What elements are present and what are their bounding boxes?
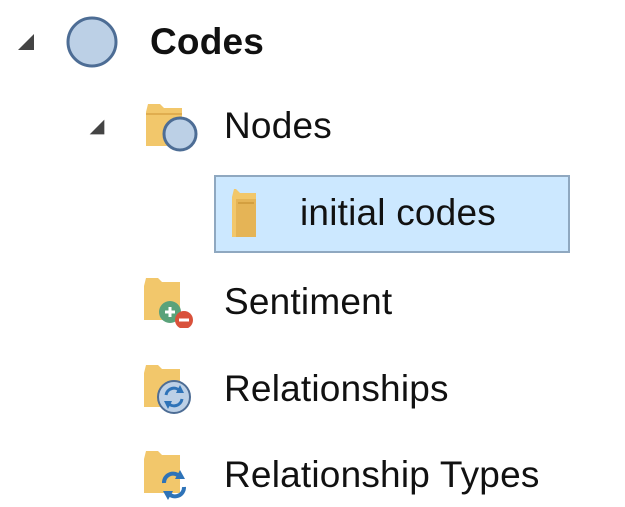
relationship-types-folder-icon — [140, 445, 196, 501]
tree-item-label: Relationship Types — [224, 454, 540, 495]
tree-item-label: Codes — [150, 21, 265, 62]
tree-item-label: Nodes — [224, 105, 332, 146]
tree-item-label: initial codes — [300, 192, 496, 233]
sentiment-folder-icon — [140, 272, 196, 328]
folder-icon — [226, 185, 282, 241]
tree-item-sentiment[interactable]: Sentiment — [0, 268, 625, 332]
relationships-folder-icon — [140, 359, 196, 415]
tree-item-relationship-types[interactable]: Relationship Types — [0, 443, 625, 507]
tree-item-nodes[interactable]: Nodes — [0, 94, 625, 158]
circle-codes-icon — [64, 14, 120, 70]
folder-circle-icon — [142, 96, 198, 152]
tree-item-label: Sentiment — [224, 281, 393, 322]
tree-item-label: Relationships — [224, 368, 449, 409]
tree-item-relationships[interactable]: Relationships — [0, 355, 625, 419]
tree-item-codes[interactable]: Codes — [0, 10, 625, 74]
tree-item-initial-codes[interactable]: initial codes — [0, 175, 625, 253]
